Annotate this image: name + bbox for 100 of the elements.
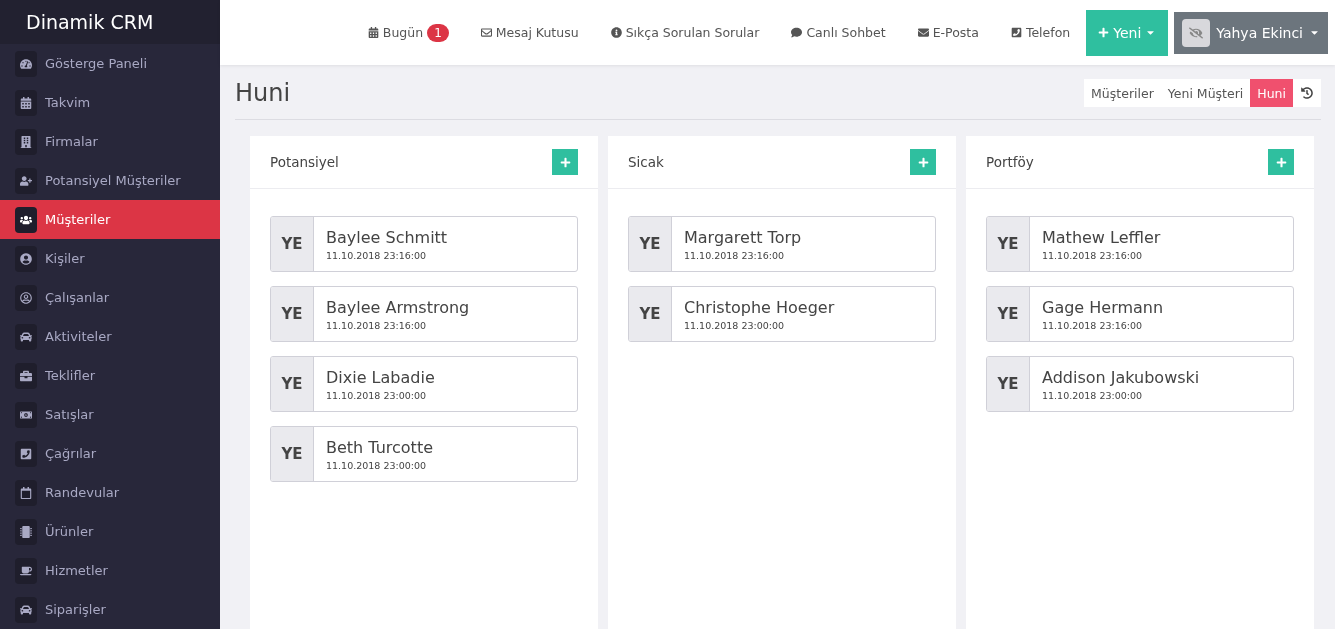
envelope-icon [917,27,929,38]
customer-card[interactable]: YE Margarett Torp 11.10.2018 23:16:00 [628,216,936,272]
sidebar-item[interactable]: Firmalar [0,122,220,161]
sidebar-item[interactable]: Kişiler [0,239,220,278]
users-icon [15,206,37,233]
sidebar-item[interactable]: Çağrılar [0,434,220,473]
phone-icon [15,440,37,467]
calendar-icon [15,479,37,506]
customer-name: Beth Turcotte [326,437,433,457]
sidebar-label: Takvim [45,95,91,110]
customer-card[interactable]: YE Dixie Labadie 11.10.2018 23:00:00 [270,356,578,412]
speech-bubble-icon [791,27,803,38]
customer-name: Mathew Leffler [1042,227,1161,247]
sidebar-item[interactable]: Çalışanlar [0,278,220,317]
initials-avatar: YE [629,217,672,271]
customer-name: Baylee Schmitt [326,227,448,247]
sidebar-label: Kişiler [45,251,85,266]
nav-link[interactable]: Mesaj Kutusu [464,25,595,40]
sidebar-item[interactable]: Randevular [0,473,220,512]
date-text: 11.10.2018 23:16:00 [684,249,786,261]
car-icon [15,596,37,623]
tab[interactable]: Müşteriler [1084,79,1161,107]
calendar-icon [15,89,37,116]
sidebar-item[interactable]: Gösterge Paneli [0,44,220,83]
user-icon [15,284,37,311]
count-badge: 1 [427,23,449,42]
date-text: 11.10.2018 23:00:00 [684,319,786,331]
date-text: 11.10.2018 23:00:00 [326,389,428,401]
customer-card[interactable]: YE Gage Hermann 11.10.2018 23:16:00 [986,286,1294,342]
column-title: Portföy [986,154,1034,170]
nav-link[interactable]: Sıkça Sorulan Sorular [594,25,776,40]
avatar-icon [1182,18,1211,47]
car-icon [15,323,37,350]
plus-icon [1275,156,1287,168]
customer-name: Gage Hermann [1042,297,1164,317]
sidebar-item[interactable]: Teklifler [0,356,220,395]
add-button[interactable] [552,149,578,175]
initials-avatar: YE [987,357,1030,411]
customer-card[interactable]: YE Mathew Leffler 11.10.2018 23:16:00 [986,216,1294,272]
customer-name: Margarett Torp [684,227,802,247]
sidebar-label: Çalışanlar [45,290,110,305]
sidebar-item[interactable]: Takvim [0,83,220,122]
sidebar-label: Teklifler [45,368,95,383]
banknote-icon [15,401,37,428]
date-text: 11.10.2018 23:16:00 [1042,319,1144,331]
add-button[interactable] [910,149,936,175]
sidebar-label: Çağrılar [45,446,97,461]
nav-link[interactable]: Telefon [994,25,1087,40]
customer-name: Baylee Armstrong [326,297,470,317]
sidebar-item[interactable]: Hizmetler [0,551,220,590]
initials-avatar: YE [271,287,314,341]
initials-avatar: YE [987,217,1030,271]
nav-link[interactable]: E-Posta [901,25,995,40]
column-title: Sicak [628,154,664,170]
tab[interactable]: Yeni Müşteri [1160,79,1251,107]
customer-card[interactable]: YE Beth Turcotte 11.10.2018 23:00:00 [270,426,578,482]
customer-card[interactable]: YE Baylee Schmitt 11.10.2018 23:16:00 [270,216,578,272]
sidebar-label: Firmalar [45,134,98,149]
envelope-icon [480,27,492,38]
sidebar-label: Siparişler [45,602,106,617]
cup-icon [15,557,37,584]
customer-card[interactable]: YE Christophe Hoeger 11.10.2018 23:00:00 [628,286,936,342]
user-plus-icon [15,167,37,194]
initials-avatar: YE [987,287,1030,341]
plus-icon [917,156,929,168]
tab[interactable]: Huni [1250,79,1293,107]
date-text: 11.10.2018 23:16:00 [326,249,428,261]
sidebar-item[interactable]: Müşteriler [0,200,220,239]
date-text: 11.10.2018 23:00:00 [1042,389,1144,401]
date-text: 11.10.2018 23:16:00 [326,319,428,331]
customer-card[interactable]: YE Baylee Armstrong 11.10.2018 23:16:00 [270,286,578,342]
brand-title: Dinamik CRM [0,0,220,44]
add-button[interactable] [1268,149,1294,175]
chip-icon [15,518,37,545]
initials-avatar: YE [629,287,672,341]
sidebar-label: Gösterge Paneli [45,56,148,71]
sidebar-item[interactable]: Satışlar [0,395,220,434]
plus-icon [559,156,571,168]
sidebar-label: Müşteriler [45,212,111,227]
user-menu-button[interactable]: Yahya Ekinci [1174,11,1328,54]
customer-card[interactable]: YE Addison Jakubowski 11.10.2018 23:00:00 [986,356,1294,412]
plus-icon [1098,27,1110,38]
nav-link[interactable]: Canlı Sohbet [775,25,902,40]
initials-avatar: YE [271,427,314,481]
date-text: 11.10.2018 23:00:00 [326,459,428,471]
building-icon [15,128,37,155]
sidebar-item[interactable]: Potansiyel Müşteriler [0,161,220,200]
sidebar-item[interactable]: Siparişler [0,590,220,629]
sidebar-item[interactable]: Aktiviteler [0,317,220,356]
sidebar-label: Randevular [45,485,120,500]
nav-link[interactable]: Bugün 1 [351,23,465,42]
customer-name: Addison Jakubowski [1042,367,1200,387]
date-text: 11.10.2018 23:16:00 [1042,249,1144,261]
customer-name: Christophe Hoeger [684,297,835,317]
info-icon [610,27,622,38]
page-title: Huni [235,79,291,107]
sidebar-item[interactable]: Ürünler [0,512,220,551]
gauge-icon [15,50,37,77]
sidebar-label: Potansiyel Müşteriler [45,173,181,188]
sidebar-label: Aktiviteler [45,329,112,344]
